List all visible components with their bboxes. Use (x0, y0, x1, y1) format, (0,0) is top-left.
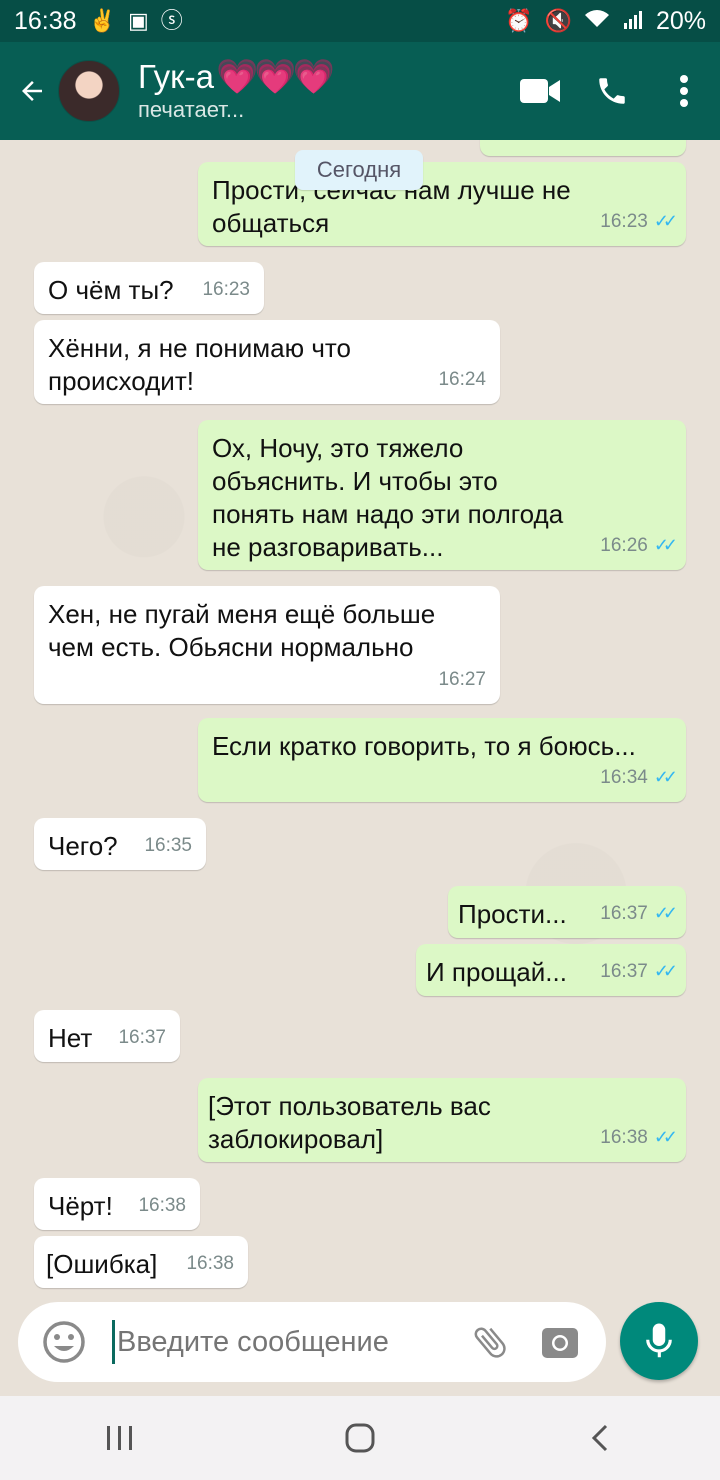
emoji-button[interactable] (34, 1312, 94, 1372)
message-text: О чём ты? (48, 275, 174, 305)
clock: 16:38 (14, 6, 77, 35)
video-call-button[interactable] (504, 55, 576, 127)
message-bubble[interactable]: И прощай... 16:37 ✓✓ (416, 944, 686, 996)
more-options-button[interactable] (648, 55, 720, 127)
message-text: [Ошибка] (46, 1249, 158, 1279)
message-time: 16:37 ✓✓ (600, 955, 678, 988)
message-time: 16:23 ✓✓ (600, 205, 678, 238)
read-ticks-icon: ✓✓ (653, 211, 678, 231)
message-text: Нет (48, 1023, 93, 1053)
message-bubble[interactable]: О чём ты? 16:23 (34, 262, 264, 314)
camera-icon (542, 1328, 578, 1358)
message-text: [Этот пользователь вас заблокировал] (208, 1091, 491, 1154)
read-ticks-icon: ✓✓ (653, 767, 678, 787)
message-list[interactable]: Прости, сейчас нам лучше не общаться 16:… (0, 140, 720, 1396)
hearts-emoji: 💗💗💗 (215, 58, 335, 96)
message-bubble[interactable]: Чёрт! 16:38 (34, 1178, 200, 1230)
message-time: 16:27 (438, 669, 486, 690)
notification-icon: ✌ (88, 8, 116, 33)
read-ticks-icon: ✓✓ (653, 1127, 678, 1147)
message-field[interactable] (18, 1302, 606, 1382)
recent-apps-icon (107, 1426, 132, 1450)
alarm-icon: ⏰ (505, 8, 533, 33)
message-bubble[interactable]: Ох, Ночу, это тяжело объяснить. И чтобы … (198, 420, 686, 570)
mute-icon: 🔇 (544, 8, 572, 33)
contact-info[interactable]: Гук-а 💗💗💗 печатает... (138, 58, 335, 123)
typing-status: печатает... (138, 97, 245, 122)
more-vert-icon (680, 75, 688, 107)
video-call-icon (520, 79, 560, 103)
back-button[interactable] (4, 63, 60, 119)
signal-icon (622, 9, 644, 33)
message-time: 16:24 (438, 369, 486, 390)
read-ticks-icon: ✓✓ (653, 535, 678, 555)
message-text: Хен, не пугай меня ещё больше чем есть. … (48, 599, 436, 662)
message-time: 16:38 (138, 1195, 186, 1216)
voice-call-button[interactable] (576, 55, 648, 127)
message-text: Ох, Ночу, это тяжело объяснить. И чтобы … (212, 433, 564, 562)
message-time: 16:38 (186, 1253, 234, 1274)
message-bubble[interactable]: Хен, не пугай меня ещё больше чем есть. … (34, 586, 500, 704)
message-time: 16:34 ✓✓ (600, 761, 678, 794)
shazam-icon: ⓢ (160, 8, 183, 33)
home-icon (345, 1423, 375, 1453)
message-bubble[interactable]: Прости, сейчас нам лучше не общаться 16:… (198, 162, 686, 246)
message-text: И прощай... (426, 957, 567, 987)
message-bubble[interactable]: Если кратко говорить, то я боюсь... 16:3… (198, 718, 686, 802)
contact-name-text: Гук-а (138, 58, 214, 95)
system-nav-bar (0, 1396, 720, 1480)
message-bubble[interactable]: Хённи, я не понимаю что происходит! 16:2… (34, 320, 500, 404)
phone-icon (599, 78, 625, 104)
message-time: 16:26 ✓✓ (600, 529, 678, 562)
contact-avatar[interactable] (58, 60, 120, 122)
voice-message-button[interactable] (620, 1302, 698, 1380)
back-arrow-icon (22, 81, 42, 101)
battery-percent: 20% (655, 6, 706, 35)
contact-name: Гук-а 💗💗💗 (138, 58, 335, 96)
square-notification-icon: ▣ (127, 8, 149, 33)
message-bubble[interactable]: Чего? 16:35 (34, 818, 206, 870)
message-text: Чёрт! (48, 1191, 113, 1221)
message-text: Хённи, я не понимаю что происходит! (48, 333, 351, 396)
message-time: 16:23 (202, 279, 250, 300)
message-text: Если кратко говорить, то я боюсь... (212, 731, 636, 761)
message-time: 16:38 ✓✓ (600, 1121, 678, 1154)
back-nav-button[interactable] (560, 1408, 640, 1468)
composer (0, 1296, 720, 1396)
recent-apps-button[interactable] (80, 1408, 160, 1468)
message-text: Чего? (48, 831, 118, 861)
read-ticks-icon: ✓✓ (653, 903, 678, 923)
message-bubble[interactable]: [Ошибка] 16:38 (34, 1236, 248, 1288)
chat-header: Гук-а 💗💗💗 печатает... (0, 42, 720, 140)
message-text: Прости... (458, 899, 567, 929)
mic-icon (646, 1323, 672, 1358)
status-bar: 16:38 ✌ ▣ ⓢ ⏰ 🔇 20% (0, 0, 720, 42)
message-bubble[interactable]: [Этот пользователь вас заблокировал] 16:… (198, 1078, 686, 1162)
emoji-icon (43, 1321, 85, 1363)
read-ticks-icon: ✓✓ (653, 961, 678, 981)
wifi-icon (584, 9, 610, 33)
message-time: 16:37 ✓✓ (600, 897, 678, 930)
camera-button[interactable] (532, 1314, 588, 1370)
header-actions (504, 42, 720, 140)
attach-icon (474, 1327, 506, 1358)
attach-button[interactable] (462, 1314, 518, 1370)
date-chip: Сегодня (295, 150, 423, 190)
message-time: 16:37 (118, 1027, 166, 1048)
message-input[interactable] (115, 1324, 459, 1360)
message-time: 16:35 (144, 835, 192, 856)
message-bubble[interactable]: Прости... 16:37 ✓✓ (448, 886, 686, 938)
home-button[interactable] (320, 1408, 400, 1468)
status-bar-right: ⏰ 🔇 20% (505, 7, 706, 36)
back-icon (591, 1424, 608, 1452)
partial-message (480, 140, 686, 156)
status-bar-left: 16:38 ✌ ▣ ⓢ (14, 7, 183, 36)
message-bubble[interactable]: Нет 16:37 (34, 1010, 180, 1062)
